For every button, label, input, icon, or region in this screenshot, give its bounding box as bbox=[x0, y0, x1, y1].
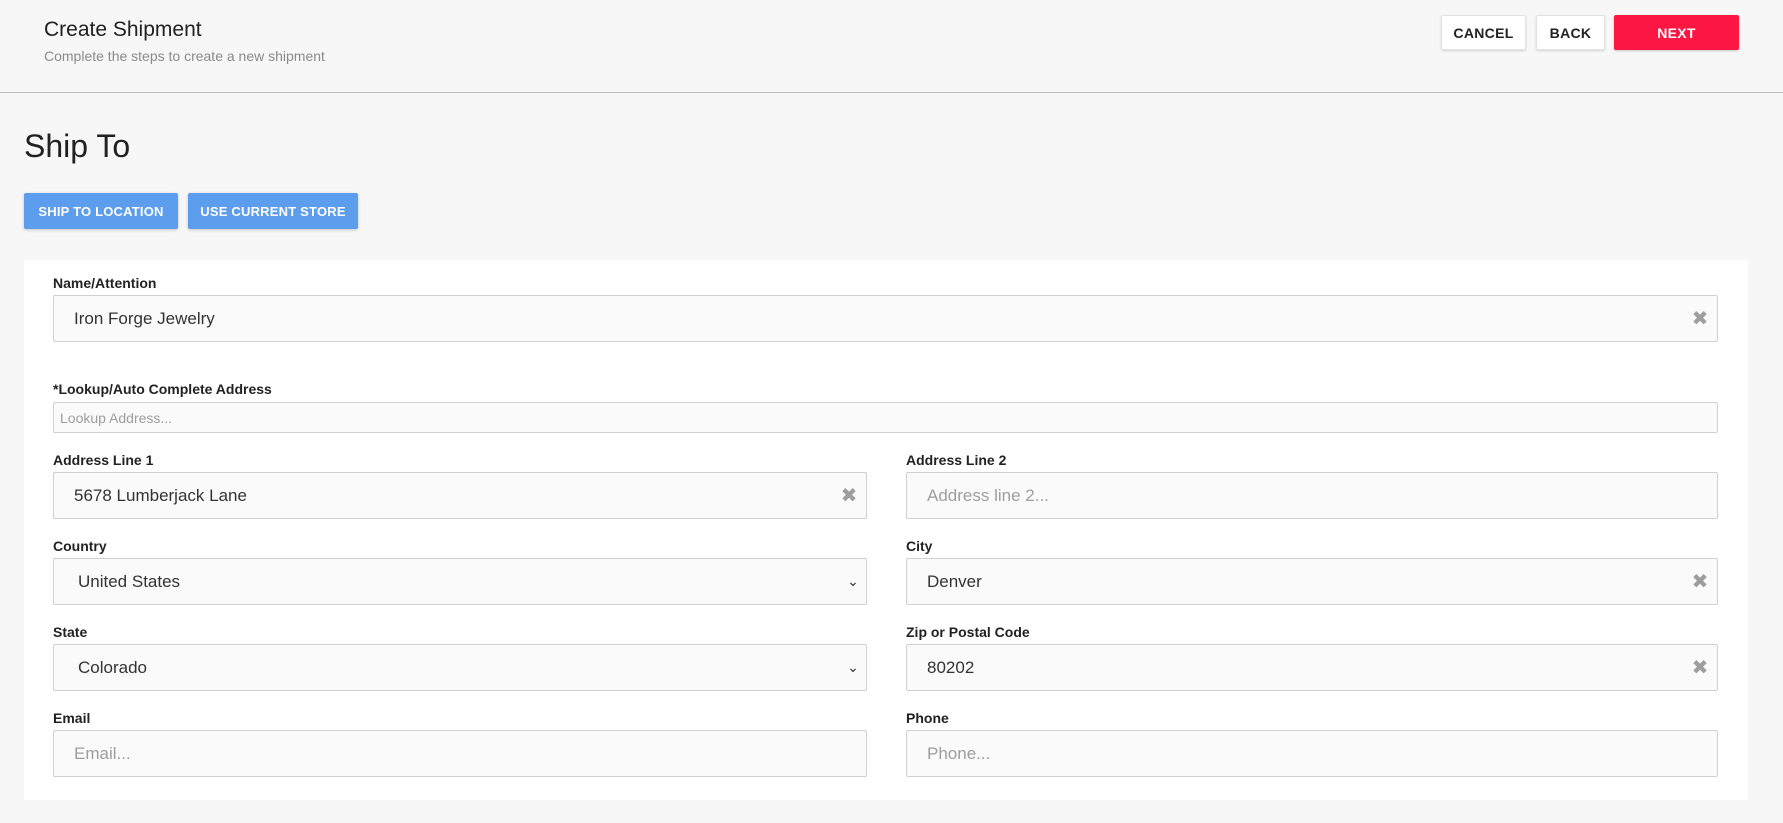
chevron-down-icon: ⌄ bbox=[847, 659, 859, 675]
section-title: Ship To bbox=[24, 128, 131, 164]
cancel-button[interactable]: CANCEL bbox=[1441, 15, 1526, 50]
page-header: Create Shipment Complete the steps to cr… bbox=[0, 0, 1783, 93]
next-button[interactable]: NEXT bbox=[1614, 15, 1739, 50]
lookup-placeholder: Lookup Address... bbox=[60, 409, 173, 426]
close-icon[interactable]: ✖ bbox=[1683, 306, 1717, 331]
address-line-2-field[interactable]: Address line 2... bbox=[906, 472, 1718, 519]
use-current-store-button[interactable]: USE CURRENT STORE bbox=[188, 193, 358, 229]
email-placeholder: Email... bbox=[74, 743, 131, 763]
zip-field[interactable]: 80202 ✖ bbox=[906, 644, 1718, 691]
address-line-1-value: 5678 Lumberjack Lane bbox=[74, 485, 247, 505]
state-label: State bbox=[53, 624, 88, 640]
address-line-1-field[interactable]: 5678 Lumberjack Lane ✖ bbox=[53, 472, 867, 519]
phone-placeholder: Phone... bbox=[927, 743, 991, 763]
city-label: City bbox=[906, 538, 933, 554]
ship-to-form: Name/Attention Iron Forge Jewelry ✖ *Loo… bbox=[24, 260, 1748, 800]
email-label: Email bbox=[53, 710, 91, 726]
page-title: Create Shipment bbox=[44, 18, 202, 41]
ship-to-location-button[interactable]: SHIP TO LOCATION bbox=[24, 193, 178, 229]
zip-value: 80202 bbox=[927, 657, 975, 677]
address-line-2-placeholder: Address line 2... bbox=[927, 485, 1049, 505]
city-value: Denver bbox=[927, 571, 982, 591]
zip-label: Zip or Postal Code bbox=[906, 624, 1030, 640]
phone-field[interactable]: Phone... bbox=[906, 730, 1718, 777]
city-field[interactable]: Denver ✖ bbox=[906, 558, 1718, 605]
close-icon[interactable]: ✖ bbox=[1683, 569, 1717, 594]
country-select[interactable]: United States ⌄ bbox=[53, 558, 867, 605]
page-subtitle: Complete the steps to create a new shipm… bbox=[44, 48, 325, 64]
close-icon[interactable]: ✖ bbox=[1683, 655, 1717, 680]
phone-label: Phone bbox=[906, 710, 949, 726]
back-button[interactable]: BACK bbox=[1536, 15, 1605, 50]
state-select[interactable]: Colorado ⌄ bbox=[53, 644, 867, 691]
name-field[interactable]: Iron Forge Jewelry ✖ bbox=[53, 295, 1718, 342]
address-line-2-label: Address Line 2 bbox=[906, 452, 1007, 468]
lookup-label: *Lookup/Auto Complete Address bbox=[53, 381, 272, 397]
country-value: United States bbox=[78, 571, 181, 591]
address-line-1-label: Address Line 1 bbox=[53, 452, 154, 468]
email-field[interactable]: Email... bbox=[53, 730, 867, 777]
name-label: Name/Attention bbox=[53, 275, 157, 291]
lookup-address-input[interactable]: Lookup Address... bbox=[53, 402, 1718, 433]
name-value: Iron Forge Jewelry bbox=[74, 308, 215, 328]
close-icon[interactable]: ✖ bbox=[832, 483, 866, 508]
state-value: Colorado bbox=[78, 657, 147, 677]
country-label: Country bbox=[53, 538, 107, 554]
chevron-down-icon: ⌄ bbox=[847, 573, 859, 589]
